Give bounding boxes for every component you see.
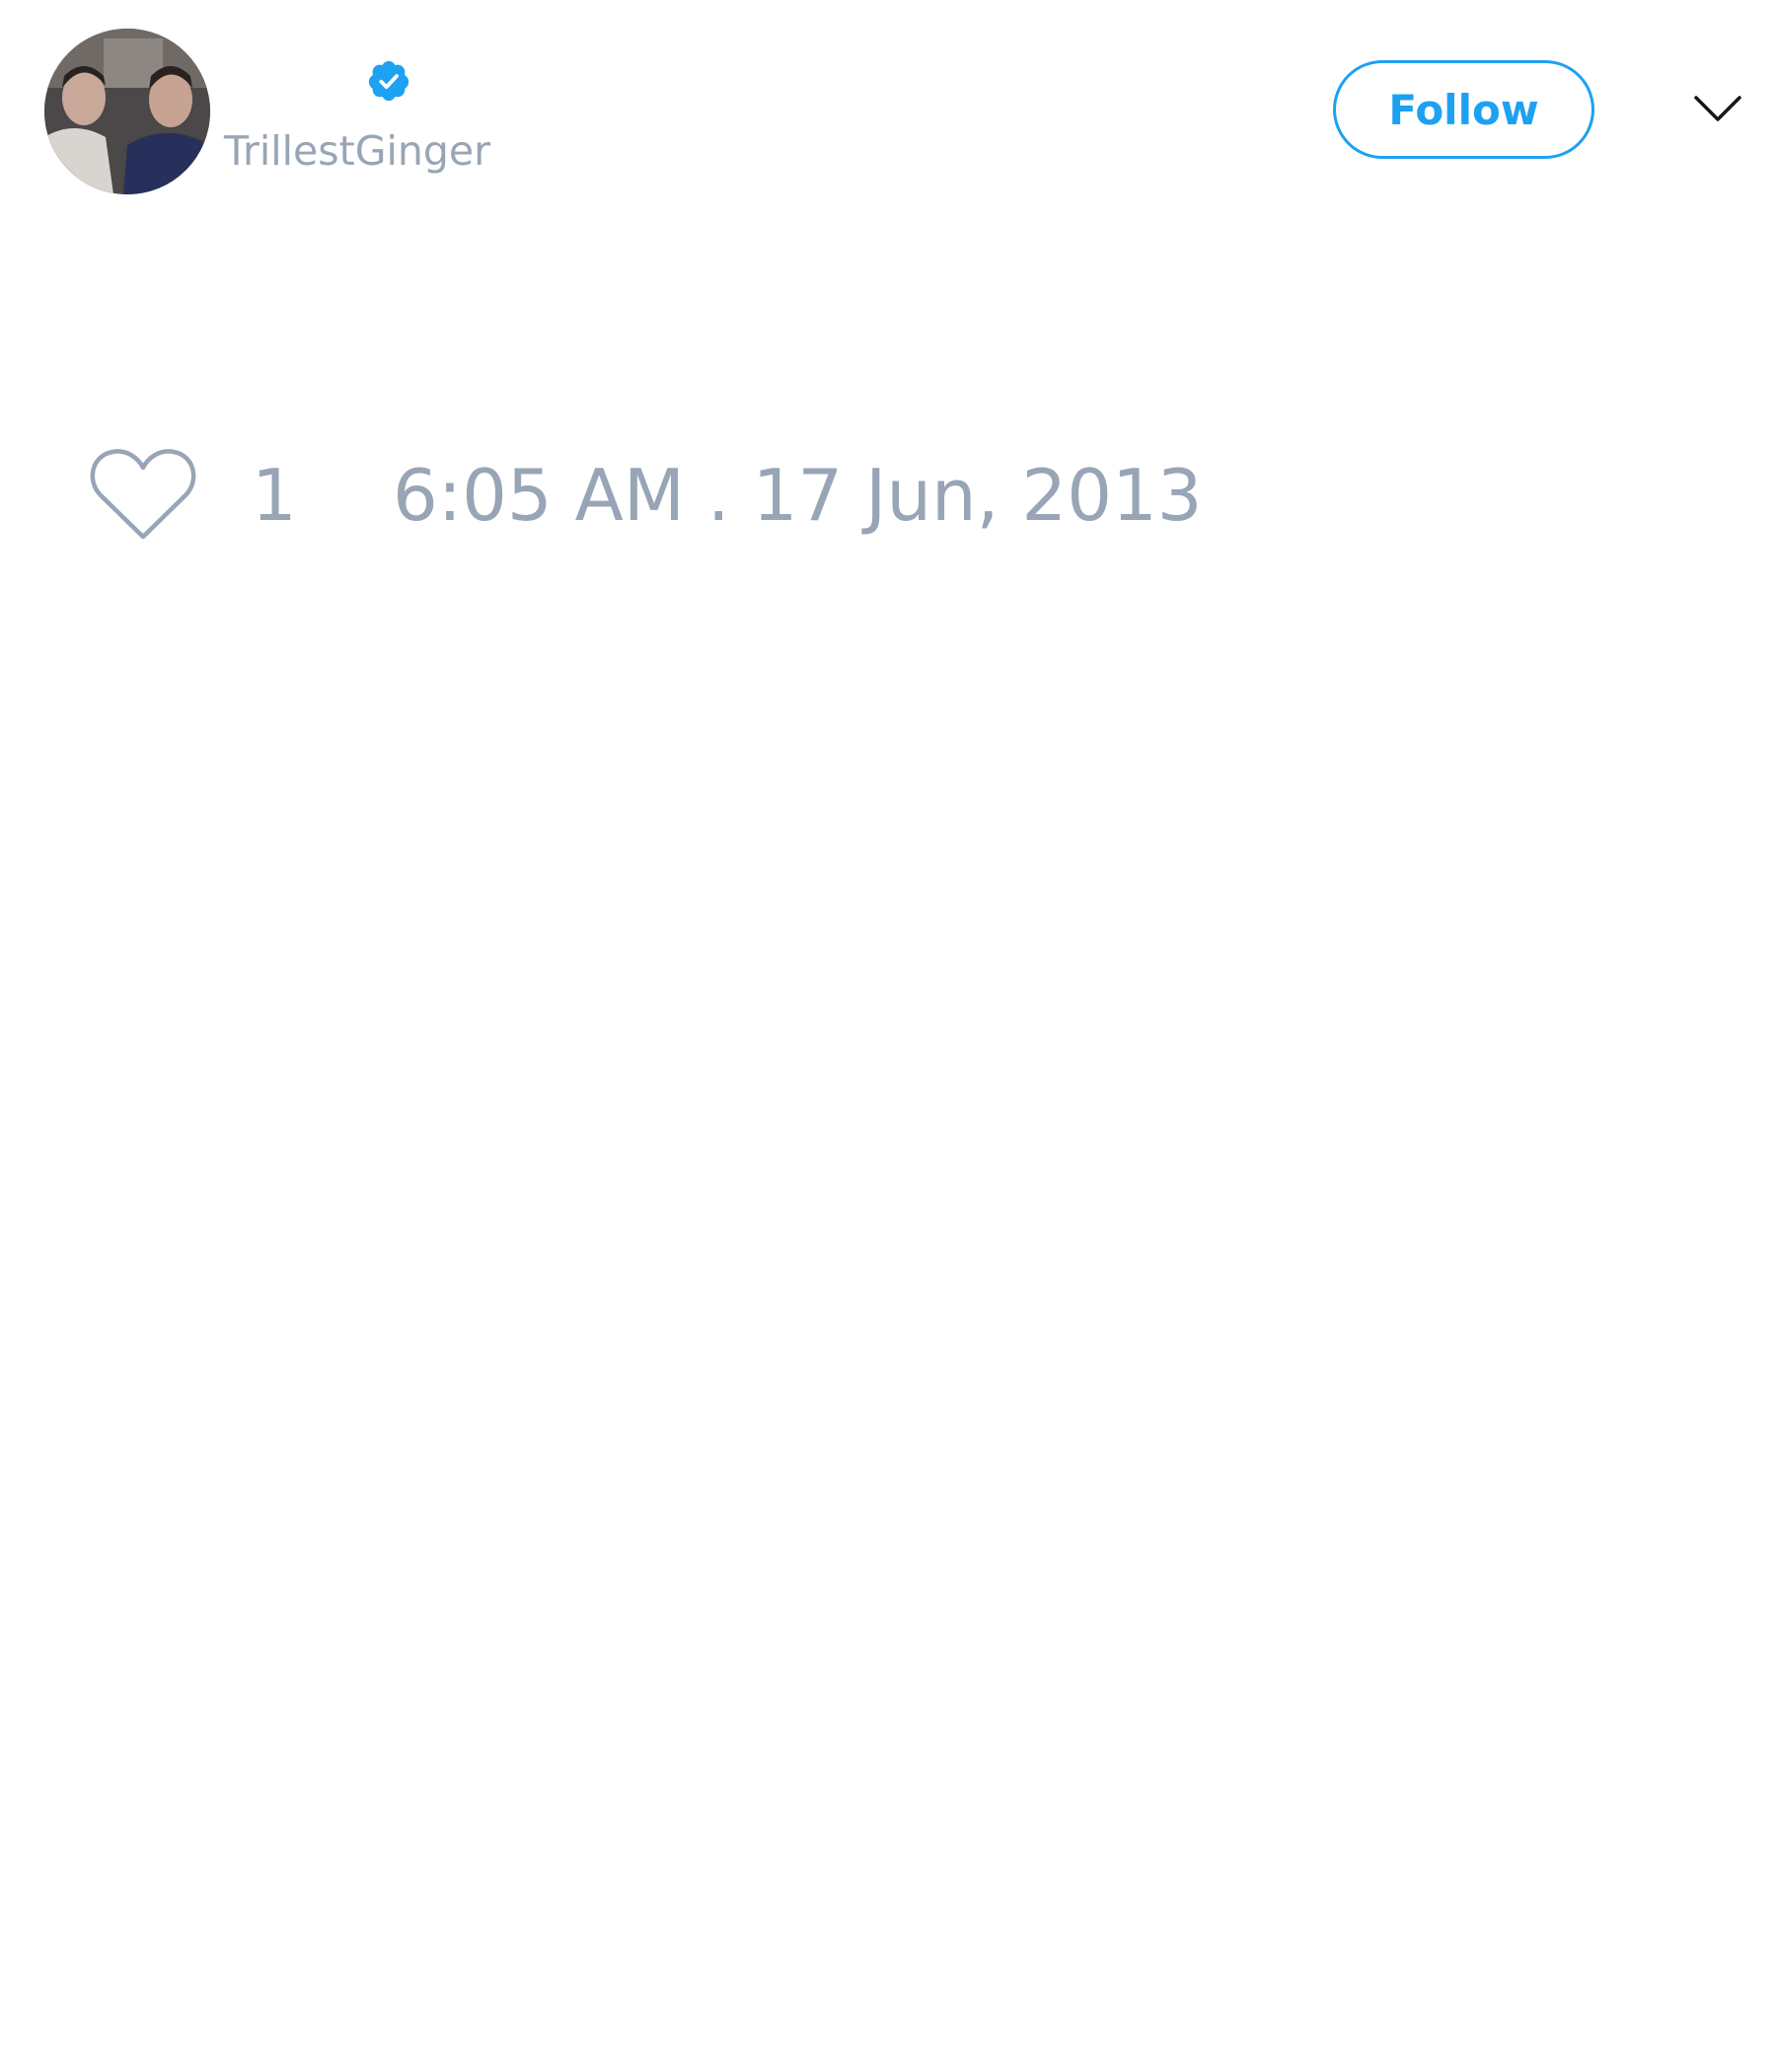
like-count: 1 — [252, 454, 297, 537]
tweet-timestamp[interactable]: 6:05 AM . 17 Jun, 2013 — [393, 454, 1203, 537]
tweet-card: TrillestGinger Follow 1 6:05 AM . 17 Jun… — [0, 0, 1776, 2072]
follow-button[interactable]: Follow — [1333, 60, 1594, 159]
heart-icon[interactable] — [89, 446, 197, 545]
author-username[interactable]: TrillestGinger — [224, 126, 490, 176]
profile-photo-icon — [44, 29, 210, 194]
avatar[interactable] — [44, 29, 210, 194]
chevron-down-icon[interactable] — [1693, 93, 1742, 124]
verified-badge-icon — [368, 60, 409, 102]
